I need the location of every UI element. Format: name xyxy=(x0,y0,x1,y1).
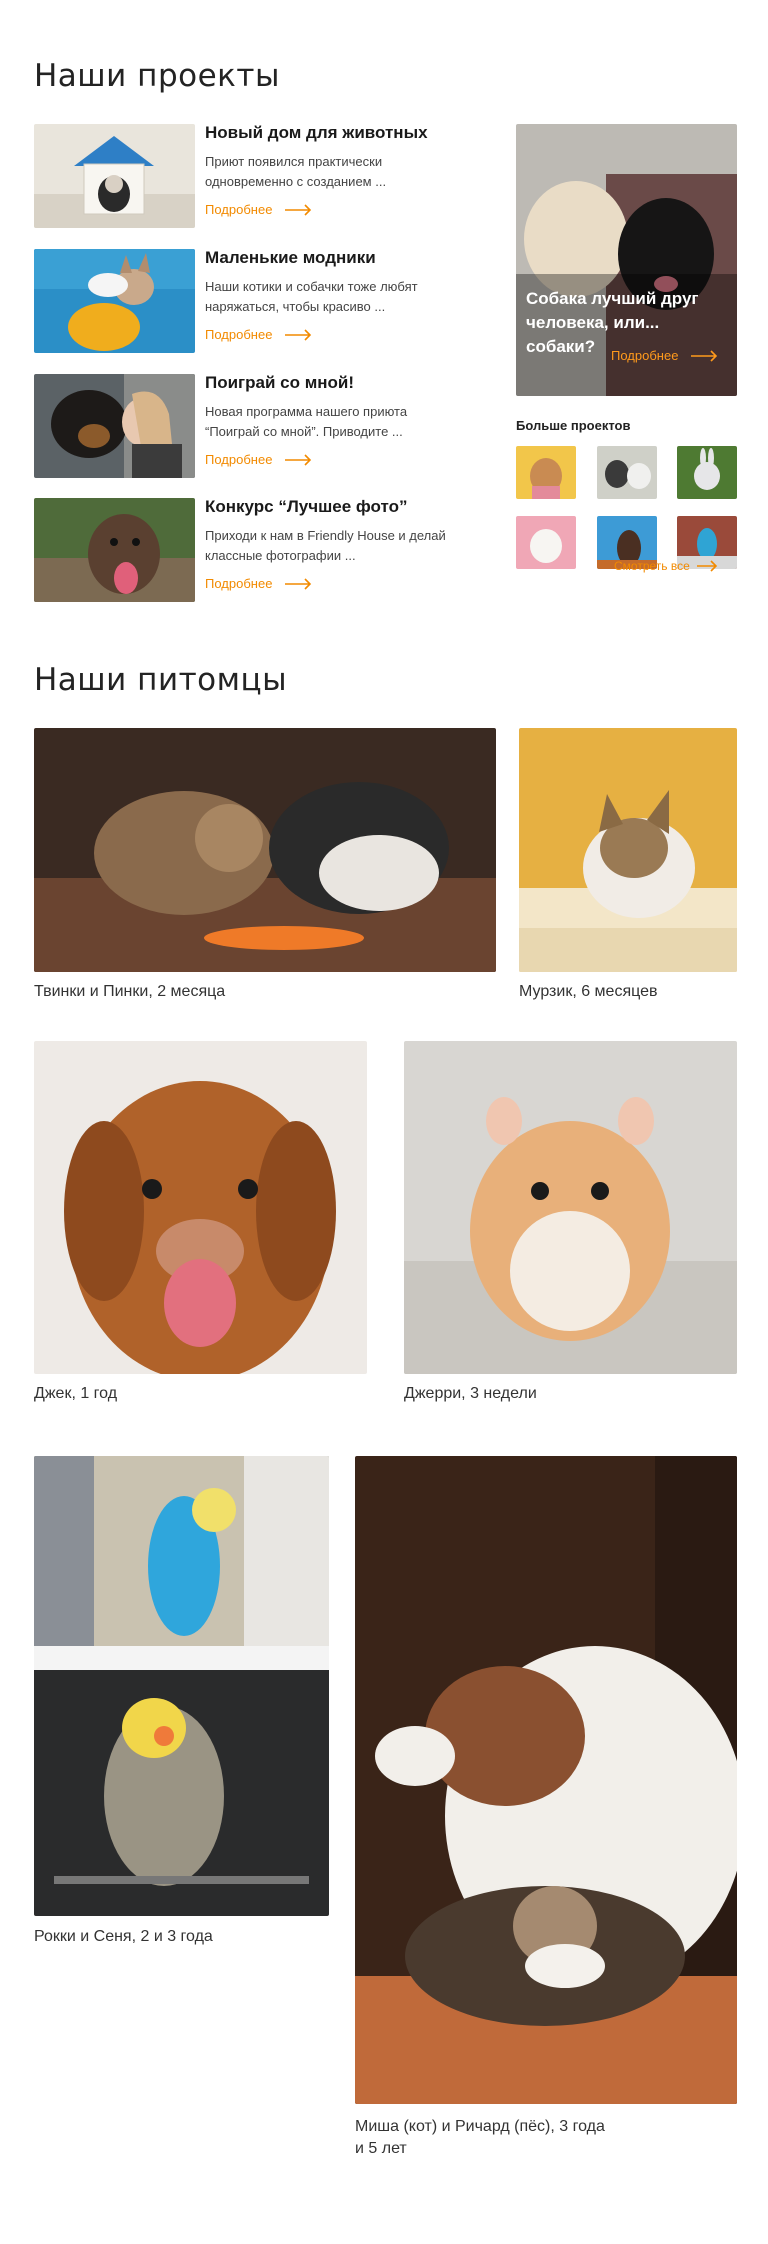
arrow-right-icon xyxy=(696,560,718,572)
project-title[interactable]: Маленькие модники xyxy=(205,248,376,268)
more-link-label[interactable]: Подробнее xyxy=(205,327,272,342)
more-link-label[interactable]: Подробнее xyxy=(205,202,272,217)
project-card[interactable]: Новый дом для животных Приют появился пр… xyxy=(34,123,474,228)
project-image-dressed-dog[interactable] xyxy=(34,249,195,353)
project-card[interactable]: Поиграй со мной! Новая программа нашего … xyxy=(34,373,474,478)
project-thumbnail[interactable] xyxy=(516,516,576,569)
more-link-label[interactable]: Подробнее xyxy=(611,348,678,363)
more-link[interactable]: Подробнее xyxy=(205,452,312,467)
project-title[interactable]: Поиграй со мной! xyxy=(205,373,354,393)
pet-photo-kitten[interactable] xyxy=(519,728,737,972)
project-description: Приходи к нам в Friendly House и делай к… xyxy=(205,528,446,563)
project-thumbnail[interactable] xyxy=(677,446,737,499)
pet-photo-cat-and-dog[interactable] xyxy=(355,1456,737,2104)
pet-caption: Джерри, 3 недели xyxy=(404,1385,537,1402)
arrow-right-icon xyxy=(690,349,718,362)
pet-photo-dog[interactable] xyxy=(34,1041,367,1374)
pet-photo-guinea-pigs[interactable] xyxy=(34,728,496,972)
arrow-right-icon xyxy=(284,577,312,590)
project-thumbnail[interactable] xyxy=(597,446,657,499)
project-image-girl-with-dog[interactable] xyxy=(34,374,195,478)
project-card[interactable]: Маленькие модники Наши котики и собачки … xyxy=(34,248,474,353)
project-image-dog-house[interactable] xyxy=(34,124,195,228)
project-description: Новая программа нашего приюта “Поиграй с… xyxy=(205,404,408,439)
project-thumbnail[interactable] xyxy=(516,446,576,499)
projects-title: Наши проекты xyxy=(34,58,280,94)
pet-photo-parrots[interactable] xyxy=(34,1456,329,1916)
pets-title: Наши питомцы xyxy=(34,662,288,698)
project-description: Приют появился практически одновременно … xyxy=(205,154,387,189)
more-link-label[interactable]: Подробнее xyxy=(205,576,272,591)
more-link-label[interactable]: Подробнее xyxy=(205,452,272,467)
pet-caption: Твинки и Пинки, 2 месяца xyxy=(34,983,226,1000)
arrow-right-icon xyxy=(284,328,312,341)
pet-caption: Рокки и Сеня, 2 и 3 года xyxy=(34,1928,213,1945)
project-title[interactable]: Новый дом для животных xyxy=(205,123,428,143)
project-title[interactable]: Конкурс “Лучшее фото” xyxy=(205,497,407,517)
arrow-right-icon xyxy=(284,203,312,216)
see-all-label[interactable]: Смотреть все xyxy=(614,559,690,573)
featured-more-link[interactable]: Подробнее xyxy=(611,348,718,363)
more-link[interactable]: Подробнее xyxy=(205,327,312,342)
project-card[interactable]: Конкурс “Лучшее фото” Приходи к нам в Fr… xyxy=(34,497,474,602)
more-link[interactable]: Подробнее xyxy=(205,576,312,591)
project-image-dog-tongue[interactable] xyxy=(34,498,195,602)
see-all-link[interactable]: Смотреть все xyxy=(614,559,718,573)
more-projects-label: Больше проектов xyxy=(516,418,631,433)
pet-photo-hamster[interactable] xyxy=(404,1041,737,1374)
arrow-right-icon xyxy=(284,453,312,466)
pet-caption: Джек, 1 год xyxy=(34,1385,118,1402)
featured-project-card[interactable]: Собака лучший друг человека, или... соба… xyxy=(516,124,737,396)
pet-caption: Мурзик, 6 месяцев xyxy=(519,983,658,1000)
more-link[interactable]: Подробнее xyxy=(205,202,312,217)
project-description: Наши котики и собачки тоже любят наряжат… xyxy=(205,279,418,314)
pet-caption: Миша (кот) и Ричард (пёс), 3 года и 5 ле… xyxy=(355,2118,605,2157)
